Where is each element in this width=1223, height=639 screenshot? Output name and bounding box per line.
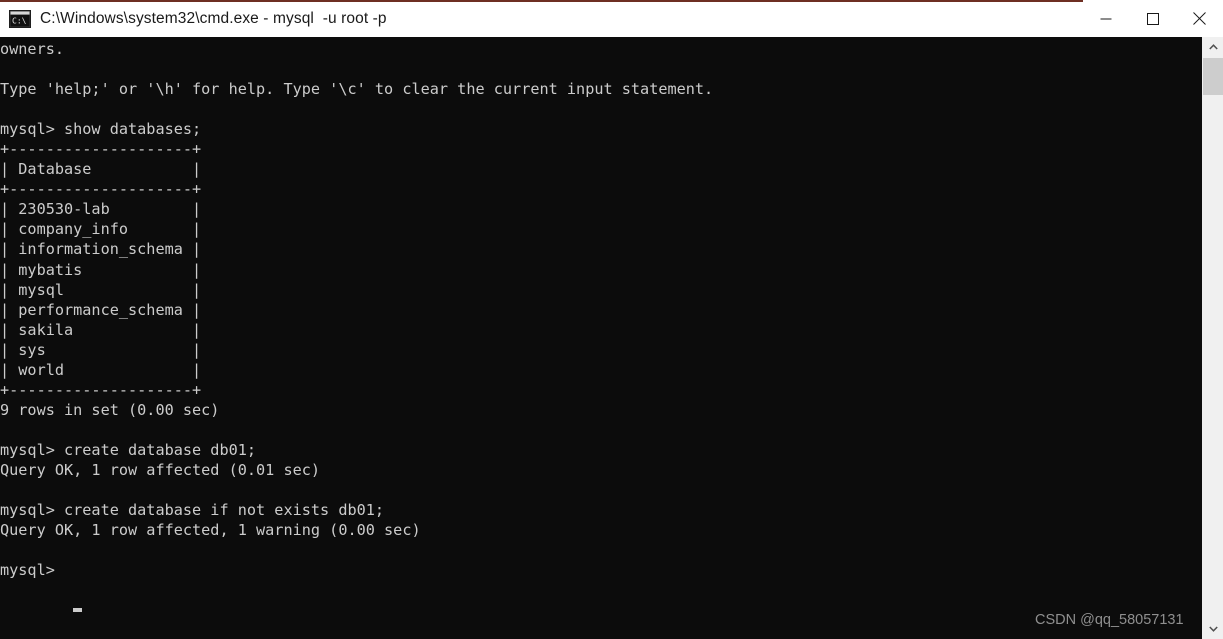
window-controls [1082, 0, 1223, 37]
minimize-button[interactable] [1082, 0, 1129, 37]
maximize-icon [1146, 12, 1159, 25]
close-button[interactable] [1176, 0, 1223, 37]
title-bar[interactable]: C:\ C:\Windows\system32\cmd.exe - mysql … [0, 0, 1223, 37]
scrollbar-thumb[interactable] [1203, 58, 1223, 95]
cmd-window: C:\ C:\Windows\system32\cmd.exe - mysql … [0, 0, 1223, 639]
text-cursor [73, 608, 82, 612]
terminal-output-area[interactable]: owners. Type 'help;' or '\h' for help. T… [0, 37, 1202, 639]
maximize-button[interactable] [1129, 0, 1176, 37]
watermark: CSDN @qq_58057131 [1035, 612, 1184, 628]
chevron-up-icon [1209, 44, 1218, 50]
vertical-scrollbar[interactable] [1202, 37, 1223, 639]
minimize-icon [1100, 18, 1111, 19]
cmd-icon: C:\ [9, 9, 31, 28]
scroll-up-button[interactable] [1203, 37, 1223, 57]
chevron-down-icon [1209, 626, 1218, 632]
svg-text:C:\: C:\ [12, 16, 27, 25]
window-title: C:\Windows\system32\cmd.exe - mysql -u r… [40, 9, 387, 27]
terminal-text: owners. Type 'help;' or '\h' for help. T… [0, 40, 714, 580]
close-icon [1193, 12, 1206, 25]
titlebar-accent-line [0, 0, 1083, 2]
scroll-down-button[interactable] [1203, 619, 1223, 639]
